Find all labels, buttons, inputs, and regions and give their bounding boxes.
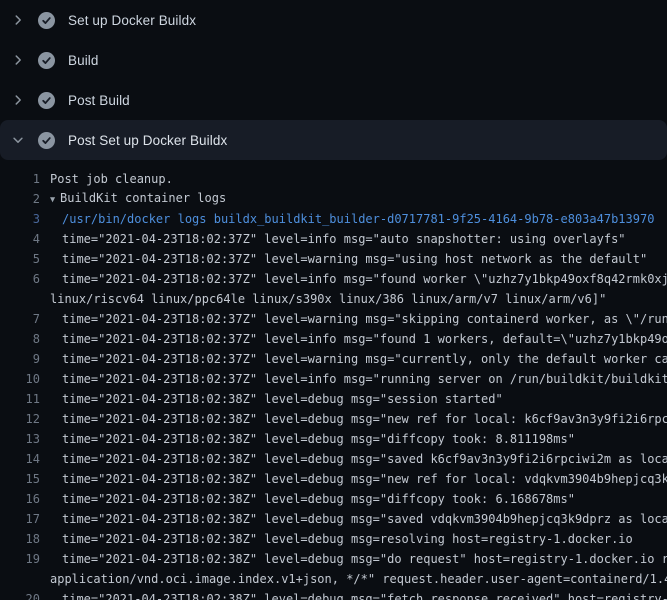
step-header-post-build[interactable]: Post Build	[0, 80, 667, 120]
step-label: Post Build	[68, 93, 130, 108]
log-line-text: time="2021-04-23T18:02:38Z" level=debug …	[62, 529, 633, 549]
log-line-text: time="2021-04-23T18:02:38Z" level=debug …	[62, 389, 503, 409]
log-line-text: time="2021-04-23T18:02:37Z" level=warnin…	[62, 349, 667, 369]
log-line: 5 time="2021-04-23T18:02:37Z" level=warn…	[0, 249, 667, 269]
log-line-number[interactable]: 6	[0, 269, 40, 289]
log-line-number[interactable]: 4	[0, 229, 40, 249]
log-line: 19 time="2021-04-23T18:02:38Z" level=deb…	[0, 549, 667, 569]
log-line: 7 time="2021-04-23T18:02:37Z" level=warn…	[0, 309, 667, 329]
log-line: 18 time="2021-04-23T18:02:38Z" level=deb…	[0, 529, 667, 549]
log-line-number[interactable]: 20	[0, 589, 40, 600]
log-group-title: BuildKit container logs	[60, 191, 226, 205]
step-label: Post Set up Docker Buildx	[68, 133, 227, 148]
log-line: 6 time="2021-04-23T18:02:37Z" level=info…	[0, 269, 667, 289]
log-line: 1 Post job cleanup.	[0, 169, 667, 189]
log-line: 13 time="2021-04-23T18:02:38Z" level=deb…	[0, 429, 667, 449]
log-line-number[interactable]: 5	[0, 249, 40, 269]
log-line-number[interactable]: 1	[0, 169, 40, 189]
log-line: linux/riscv64 linux/ppc64le linux/s390x …	[0, 289, 667, 309]
log-line: 8 time="2021-04-23T18:02:37Z" level=info…	[0, 329, 667, 349]
log-line: 16 time="2021-04-23T18:02:38Z" level=deb…	[0, 489, 667, 509]
step-label: Set up Docker Buildx	[68, 13, 196, 28]
log-line-text: time="2021-04-23T18:02:38Z" level=debug …	[62, 509, 667, 529]
log-line-text: time="2021-04-23T18:02:38Z" level=debug …	[62, 489, 575, 509]
log-line-text: time="2021-04-23T18:02:37Z" level=info m…	[62, 229, 626, 249]
log-line-text: time="2021-04-23T18:02:37Z" level=warnin…	[62, 249, 647, 269]
log-line: 10 time="2021-04-23T18:02:37Z" level=inf…	[0, 369, 667, 389]
log-line-text: time="2021-04-23T18:02:37Z" level=info m…	[62, 269, 667, 289]
log-line-text: time="2021-04-23T18:02:37Z" level=info m…	[62, 329, 667, 349]
log-line-text: time="2021-04-23T18:02:37Z" level=warnin…	[62, 309, 667, 329]
log-line-text: time="2021-04-23T18:02:38Z" level=debug …	[62, 549, 667, 569]
check-circle-icon	[38, 132, 55, 149]
log-line-number[interactable]: 16	[0, 489, 40, 509]
chevron-right-icon	[11, 93, 25, 107]
log-line-number[interactable]: 15	[0, 469, 40, 489]
log-line-number[interactable]: 17	[0, 509, 40, 529]
chevron-right-icon	[11, 53, 25, 67]
log-line: 3 /usr/bin/docker logs buildx_buildkit_b…	[0, 209, 667, 229]
log-line-text: time="2021-04-23T18:02:38Z" level=debug …	[62, 469, 667, 489]
log-line-number[interactable]: 8	[0, 329, 40, 349]
log-line-number[interactable]: 13	[0, 429, 40, 449]
log-line-text: time="2021-04-23T18:02:37Z" level=info m…	[62, 369, 667, 389]
log-line: application/vnd.oci.image.index.v1+json,…	[0, 569, 667, 589]
log-line-number[interactable]: 18	[0, 529, 40, 549]
log-line-text: ▼BuildKit container logs	[50, 189, 226, 209]
log-line-number[interactable]: 2	[0, 189, 40, 209]
step-header-build[interactable]: Build	[0, 40, 667, 80]
step-label: Build	[68, 53, 99, 68]
log-line: 20 time="2021-04-23T18:02:38Z" level=deb…	[0, 589, 667, 600]
log-line-text: time="2021-04-23T18:02:38Z" level=debug …	[62, 409, 667, 429]
log-line: 15 time="2021-04-23T18:02:38Z" level=deb…	[0, 469, 667, 489]
log-line: 4 time="2021-04-23T18:02:37Z" level=info…	[0, 229, 667, 249]
log-line-number[interactable]: 9	[0, 349, 40, 369]
log-line-text: time="2021-04-23T18:02:38Z" level=debug …	[62, 589, 667, 600]
log-line-text: time="2021-04-23T18:02:38Z" level=debug …	[62, 429, 575, 449]
step-header-post-set-up-docker-buildx[interactable]: Post Set up Docker Buildx	[0, 120, 667, 160]
log-line: 9 time="2021-04-23T18:02:37Z" level=warn…	[0, 349, 667, 369]
log-line: 2 ▼BuildKit container logs	[0, 189, 667, 209]
log-line-number[interactable]: 3	[0, 209, 40, 229]
steps-list: Set up Docker Buildx Build Post Build Po…	[0, 0, 667, 160]
check-circle-icon	[38, 52, 55, 69]
log-line-number[interactable]: 19	[0, 549, 40, 569]
log-line-text: Post job cleanup.	[50, 169, 173, 189]
check-circle-icon	[38, 12, 55, 29]
log-line: 11 time="2021-04-23T18:02:38Z" level=deb…	[0, 389, 667, 409]
check-circle-icon	[38, 92, 55, 109]
log-line-text: time="2021-04-23T18:02:38Z" level=debug …	[62, 449, 667, 469]
log-line-text: application/vnd.oci.image.index.v1+json,…	[50, 569, 667, 589]
actions-log-viewer: Set up Docker Buildx Build Post Build Po…	[0, 0, 667, 600]
chevron-down-icon	[11, 133, 25, 147]
log-line: 14 time="2021-04-23T18:02:38Z" level=deb…	[0, 449, 667, 469]
log-line: 12 time="2021-04-23T18:02:38Z" level=deb…	[0, 409, 667, 429]
log-line-number[interactable]: 11	[0, 389, 40, 409]
collapse-triangle-icon[interactable]: ▼	[50, 190, 60, 209]
log-line-number[interactable]: 12	[0, 409, 40, 429]
chevron-right-icon	[11, 13, 25, 27]
log-line-number[interactable]: 7	[0, 309, 40, 329]
step-header-set-up-docker-buildx[interactable]: Set up Docker Buildx	[0, 0, 667, 40]
log-line-text: linux/riscv64 linux/ppc64le linux/s390x …	[50, 289, 606, 309]
log-line-number[interactable]: 14	[0, 449, 40, 469]
log-container: 1 Post job cleanup. 2 ▼BuildKit containe…	[0, 160, 667, 600]
log-line: 17 time="2021-04-23T18:02:38Z" level=deb…	[0, 509, 667, 529]
log-line-number[interactable]: 10	[0, 369, 40, 389]
log-command-text: /usr/bin/docker logs buildx_buildkit_bui…	[62, 209, 654, 229]
